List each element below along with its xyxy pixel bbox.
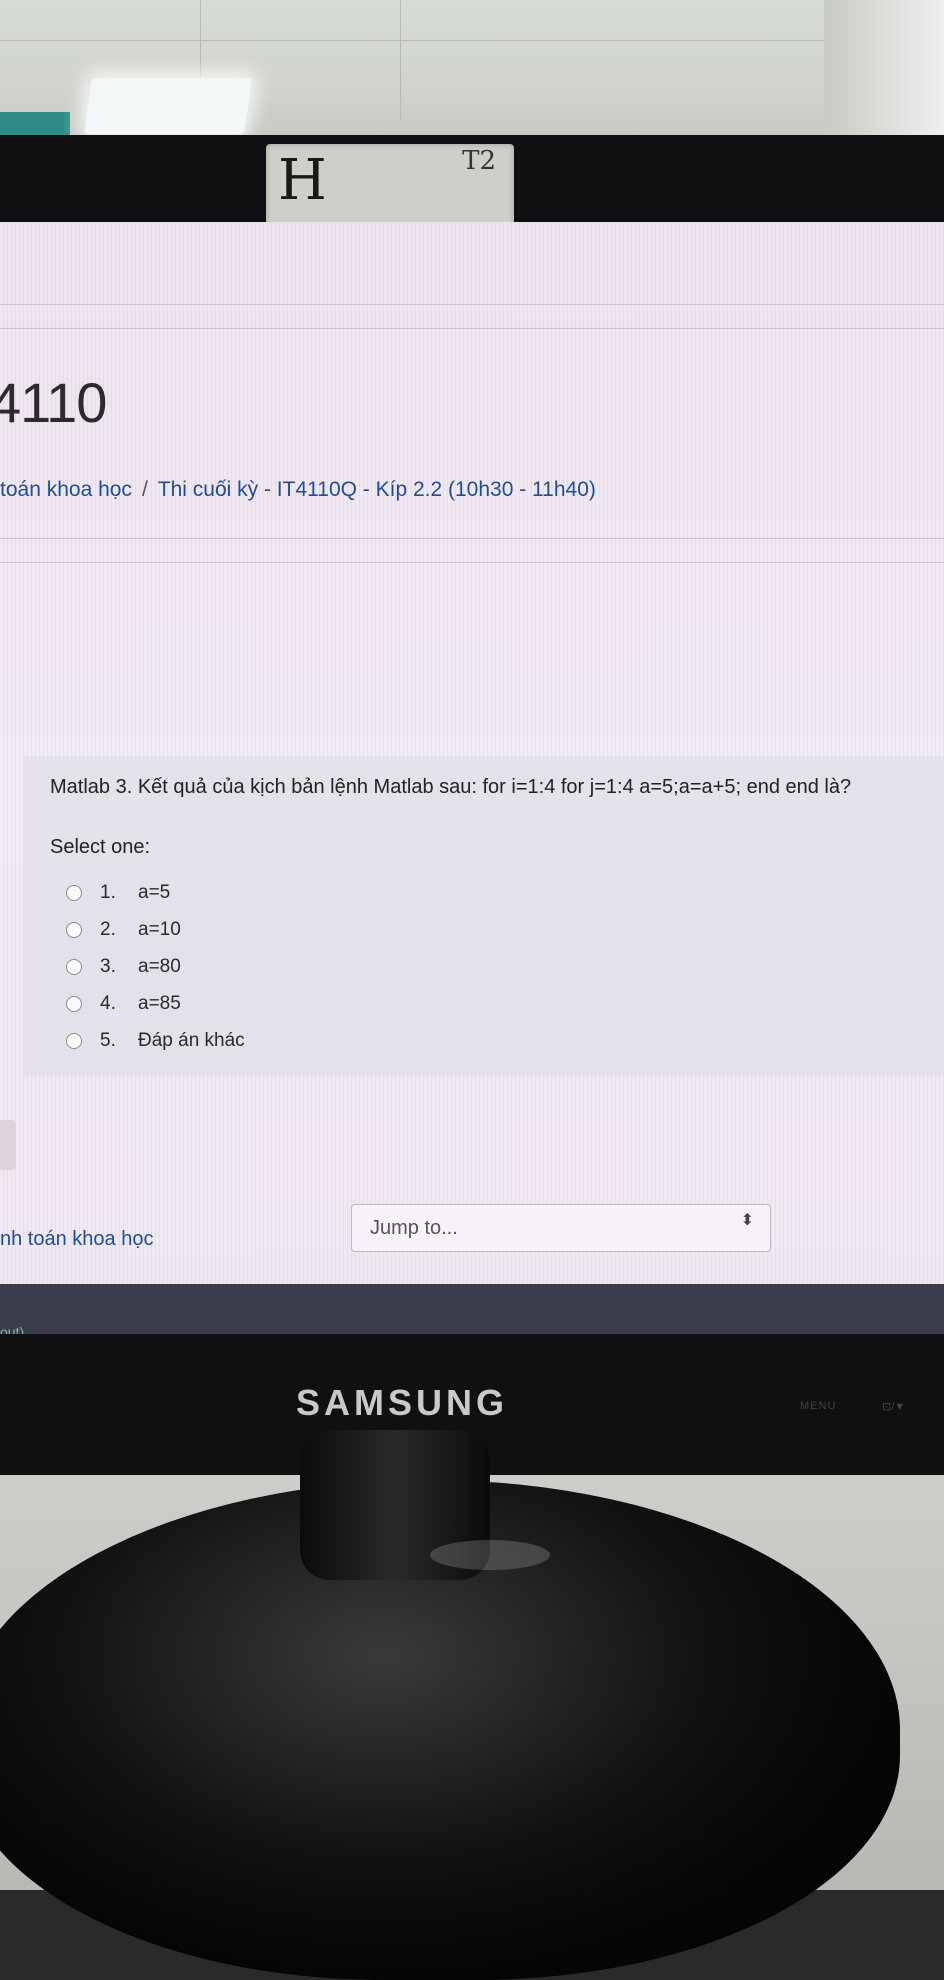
monitor-menu-button[interactable]: MENU [800,1400,836,1412]
page-title: 4110 [0,371,107,434]
answer-option-4[interactable]: 4. a=85 [66,985,245,1022]
breadcrumb-item-course[interactable]: toán khoa học [0,478,132,501]
option-number: 3. [100,955,116,977]
divider [0,304,944,305]
course-link[interactable]: nh toán khoa học [0,1228,153,1251]
jump-to-placeholder: Jump to... [370,1217,458,1239]
ceiling-grid-line [0,40,944,41]
option-number: 5. [100,1029,116,1051]
answer-option-1[interactable]: 1. a=5 [66,874,245,911]
question-box: Matlab 3. Kết quả của kịch bản lệnh Matl… [24,756,944,1076]
option-label: a=80 [138,955,181,977]
radio-button[interactable] [66,884,82,901]
divider [0,562,944,563]
divider [0,328,944,329]
tape-mark: T2 [462,146,496,176]
ceiling-light [84,78,252,134]
radio-button[interactable] [66,921,82,938]
monitor-screen: 4110 toán khoa học / Thi cuối kỳ - IT4110Q… [0,222,944,1334]
option-label: Đáp án khác [138,1029,245,1051]
page-footer [0,1284,944,1334]
radio-button[interactable] [66,958,82,975]
breadcrumb-separator: / [141,478,148,501]
tape-label: H T2 [266,144,514,230]
select-arrows-icon: ⬍ [740,1212,754,1229]
radio-button[interactable] [66,1032,82,1049]
answer-option-5[interactable]: 5. Đáp án khác [66,1022,245,1059]
logout-link-fragment[interactable]: out) [0,1324,24,1334]
jump-to-select[interactable]: Jump to... ⬍ [351,1204,771,1252]
answer-option-2[interactable]: 2. a=10 [66,911,245,948]
question-text: Matlab 3. Kết quả của kịch bản lệnh Matl… [50,776,852,798]
option-number: 1. [100,881,116,903]
select-one-label: Select one: [50,836,151,858]
option-number: 4. [100,992,116,1014]
divider [0,538,944,539]
monitor-control-button[interactable]: ⊡/▼ [882,1400,905,1413]
tape-letter: H [278,148,327,213]
breadcrumb: toán khoa học / Thi cuối kỳ - IT4110Q - Kí… [0,478,596,502]
option-label: a=5 [138,881,171,903]
answer-options: 1. a=5 2. a=10 3. a=80 4. a=85 5. Đáp án… [66,874,245,1059]
breadcrumb-item-exam[interactable]: Thi cuối kỳ - IT4110Q - Kíp 2.2 (10h30 -… [158,478,596,501]
answer-option-3[interactable]: 3. a=80 [66,948,245,985]
option-label: a=10 [138,918,181,940]
stand-reflection [430,1540,550,1570]
ceiling-grid-line [400,0,401,120]
option-number: 2. [100,918,116,940]
previous-button-stub[interactable] [0,1120,16,1170]
radio-button[interactable] [66,995,82,1012]
option-label: a=85 [138,992,181,1014]
brand-logo: SAMSUNG [296,1382,509,1423]
